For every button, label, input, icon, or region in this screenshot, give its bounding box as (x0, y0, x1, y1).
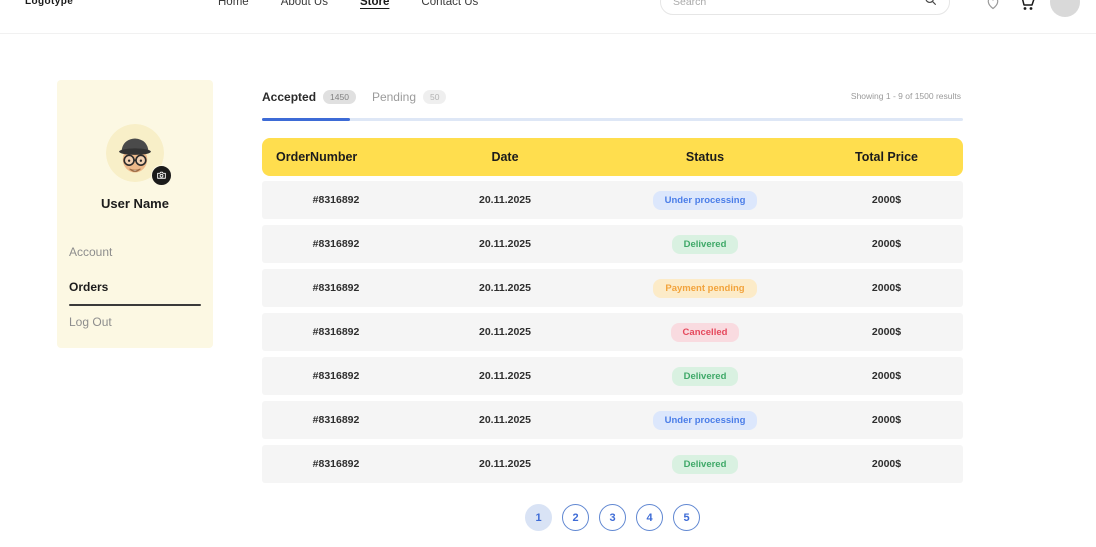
price-cell: 2000$ (810, 458, 963, 470)
wishlist-heart-icon[interactable] (982, 0, 1004, 14)
status-badge: Under processing (653, 411, 758, 430)
status-badge: Payment pending (653, 279, 756, 298)
order-number-cell: #8316892 (262, 282, 410, 294)
nav-link-store[interactable]: Store (360, 0, 389, 8)
table-row[interactable]: #8316892 20.11.2025 Payment pending 2000… (262, 269, 963, 307)
sidebar-item-account[interactable]: Account (69, 245, 201, 259)
status-badge: Delivered (672, 367, 739, 386)
search-bar (660, 0, 950, 15)
page-button-4[interactable]: 4 (636, 504, 663, 531)
order-number-cell: #8316892 (262, 458, 410, 470)
column-header-date: Date (410, 150, 600, 164)
edit-avatar-camera-button[interactable] (151, 165, 172, 186)
status-badge: Delivered (672, 235, 739, 254)
price-cell: 2000$ (810, 326, 963, 338)
date-cell: 20.11.2025 (410, 458, 600, 470)
active-tab-indicator (262, 118, 350, 121)
column-header-status: Status (600, 150, 810, 164)
sidebar-menu: Account Orders Log Out (67, 245, 203, 329)
date-cell: 20.11.2025 (410, 370, 600, 382)
nav-links: Home About Us Store Contact Us (218, 0, 478, 20)
nav-user-avatar[interactable] (1050, 0, 1080, 17)
status-badge: Delivered (672, 455, 739, 474)
order-number-cell: #8316892 (262, 326, 410, 338)
order-number-cell: #8316892 (262, 414, 410, 426)
status-cell: Delivered (600, 455, 810, 474)
status-cell: Delivered (600, 235, 810, 254)
date-cell: 20.11.2025 (410, 194, 600, 206)
orders-table-header: OrderNumberDateStatusTotal Price (262, 138, 963, 176)
table-row[interactable]: #8316892 20.11.2025 Under processing 200… (262, 401, 963, 439)
status-badge: Cancelled (671, 323, 740, 342)
status-cell: Under processing (600, 411, 810, 430)
status-cell: Cancelled (600, 323, 810, 342)
sidebar-item-orders[interactable]: Orders (69, 280, 201, 306)
table-row[interactable]: #8316892 20.11.2025 Delivered 2000$ (262, 445, 963, 483)
search-icon (924, 0, 937, 11)
page-button-2[interactable]: 2 (562, 504, 589, 531)
table-row[interactable]: #8316892 20.11.2025 Cancelled 2000$ (262, 313, 963, 351)
orders-table-body: #8316892 20.11.2025 Under processing 200… (262, 181, 963, 483)
status-cell: Under processing (600, 191, 810, 210)
order-number-cell: #8316892 (262, 370, 410, 382)
brand-logo[interactable]: Logotype (25, 0, 73, 7)
date-cell: 20.11.2025 (410, 238, 600, 250)
price-cell: 2000$ (810, 370, 963, 382)
order-number-cell: #8316892 (262, 238, 410, 250)
search-input[interactable] (673, 0, 924, 8)
status-cell: Delivered (600, 367, 810, 386)
price-cell: 2000$ (810, 282, 963, 294)
page-button-1[interactable]: 1 (525, 504, 552, 531)
page-button-5[interactable]: 5 (673, 504, 700, 531)
column-header-ordernumber: OrderNumber (262, 150, 410, 164)
nav-link-home[interactable]: Home (218, 0, 249, 8)
status-badge: Under processing (653, 191, 758, 210)
tab-count-badge: 50 (423, 90, 446, 104)
tab-accepted[interactable]: Accepted 1450 (262, 90, 356, 104)
pagination: 12345 (262, 504, 963, 531)
price-cell: 2000$ (810, 238, 963, 250)
top-navigation-bar: Logotype Home About Us Store Contact Us (0, 0, 1096, 34)
account-sidebar: User Name Account Orders Log Out (57, 80, 213, 348)
date-cell: 20.11.2025 (410, 414, 600, 426)
table-row[interactable]: #8316892 20.11.2025 Delivered 2000$ (262, 357, 963, 395)
column-header-total-price: Total Price (810, 150, 963, 164)
results-count-text: Showing 1 - 9 of 1500 results (851, 91, 961, 101)
tab-label: Accepted (262, 90, 316, 104)
tab-label: Pending (372, 90, 416, 104)
user-name: User Name (67, 196, 203, 211)
price-cell: 2000$ (810, 194, 963, 206)
table-row[interactable]: #8316892 20.11.2025 Under processing 200… (262, 181, 963, 219)
date-cell: 20.11.2025 (410, 326, 600, 338)
tab-count-badge: 1450 (323, 90, 356, 104)
status-cell: Payment pending (600, 279, 810, 298)
table-row[interactable]: #8316892 20.11.2025 Delivered 2000$ (262, 225, 963, 263)
nav-link-about-us[interactable]: About Us (281, 0, 328, 8)
nav-link-contact-us[interactable]: Contact Us (421, 0, 478, 8)
cart-icon[interactable] (1016, 0, 1038, 14)
orders-tabs: Accepted 1450 Pending 50 Showing 1 - 9 of 15… (262, 85, 963, 109)
order-number-cell: #8316892 (262, 194, 410, 206)
tab-track (262, 118, 963, 121)
price-cell: 2000$ (810, 414, 963, 426)
page-button-3[interactable]: 3 (599, 504, 626, 531)
date-cell: 20.11.2025 (410, 282, 600, 294)
sidebar-item-log-out[interactable]: Log Out (69, 315, 201, 329)
orders-panel: Accepted 1450 Pending 50 Showing 1 - 9 of 15… (262, 85, 963, 531)
tab-pending[interactable]: Pending 50 (372, 90, 447, 104)
